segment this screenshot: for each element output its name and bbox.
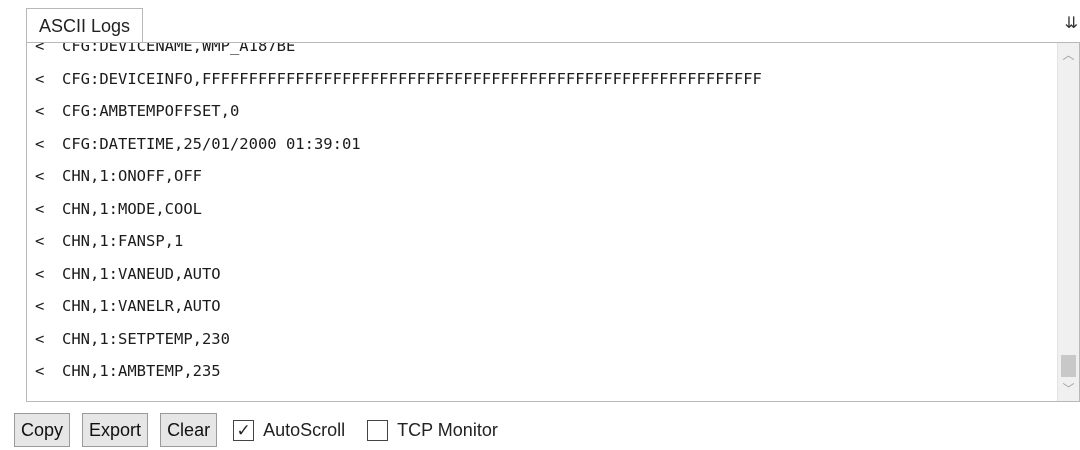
log-text: CHN,1:AMBTEMP,235 [62, 362, 221, 380]
log-line: < CHN,1:AMBTEMP,235 [27, 355, 1057, 388]
log-line: < CFG:DATETIME,25/01/2000 01:39:01 [27, 128, 1057, 161]
log-direction-icon: < [35, 329, 45, 348]
tab-ascii-logs[interactable]: ASCII Logs [26, 8, 144, 42]
autoscroll-label: AutoScroll [263, 419, 346, 440]
scroll-up-icon[interactable]: ︿ [1058, 45, 1079, 65]
log-direction-icon: < [35, 102, 45, 120]
log-text: CFG:AMBTEMPOFFSET,0 [62, 102, 240, 120]
log-line: < CHN,1:MODE,COOL [27, 193, 1057, 226]
log-direction-icon: < [35, 232, 45, 250]
log-direction-icon: < [35, 69, 45, 88]
log-direction-icon: < [35, 199, 45, 218]
scroll-thumb[interactable] [1061, 355, 1076, 377]
log-text: CHN,1:MODE,COOL [62, 199, 202, 218]
log-text: CHN,1:ONOFF,OFF [62, 167, 202, 185]
log-toolbar: Copy Export Clear ✓ AutoScroll TCP Monit… [14, 413, 516, 447]
log-panel: < CFG:DEVICENAME,WMP_A187BE < CFG:DEVICEINF… [26, 42, 1080, 402]
scroll-down-icon[interactable]: ﹀ [1058, 379, 1079, 399]
tcp-monitor-checkbox[interactable] [367, 419, 389, 441]
log-text: CHN,1:VANELR,AUTO [62, 297, 221, 315]
log-text: CHN,1:VANEUD,AUTO [62, 264, 221, 283]
autoscroll-option[interactable]: ✓ AutoScroll [233, 419, 346, 441]
log-text: CHN,1:SETPTEMP,230 [62, 329, 230, 348]
log-line: < CHN,1:SETPTEMP,230 [27, 323, 1057, 356]
pin-icon[interactable]: ⇊ [1065, 16, 1078, 32]
log-line: < CFG:DEVICEINFO,FFFFFFFFFFFFFFFFFFFFFFFF… [27, 63, 1057, 96]
log-text: CHN,1:FANSP,1 [62, 232, 184, 250]
log-direction-icon: < [35, 42, 45, 55]
log-line: < CHN,1:ONOFF,OFF [27, 160, 1057, 193]
export-button[interactable]: Export [82, 413, 149, 447]
log-direction-icon: < [35, 264, 45, 283]
log-line: < CFG:AMBTEMPOFFSET,0 [27, 95, 1057, 128]
log-direction-icon: < [35, 362, 45, 380]
log-line: < CFG:DEVICENAME,WMP_A187BE [27, 42, 1057, 63]
tcp-monitor-option[interactable]: TCP Monitor [367, 419, 498, 441]
log-direction-icon: < [35, 297, 45, 315]
log-text: CFG:DATETIME,25/01/2000 01:39:01 [62, 134, 361, 153]
log-line: < CHN,1:FANSP,1 [27, 225, 1057, 258]
copy-button[interactable]: Copy [14, 413, 71, 447]
tcp-monitor-label: TCP Monitor [397, 419, 498, 440]
log-text: CFG:DEVICENAME,WMP_A187BE [62, 42, 296, 55]
log-direction-icon: < [35, 167, 45, 185]
autoscroll-checkbox[interactable]: ✓ [233, 419, 255, 441]
log-line: < CHN,1:VANEUD,AUTO [27, 258, 1057, 291]
log-text: CFG:DEVICEINFO,FFFFFFFFFFFFFFFFFFFFFFFFF… [62, 69, 762, 88]
vertical-scrollbar[interactable]: ︿ ﹀ [1057, 43, 1079, 401]
clear-button[interactable]: Clear [160, 413, 218, 447]
log-list: < CFG:DEVICENAME,WMP_A187BE < CFG:DEVICEINF… [27, 42, 1057, 388]
log-line: < CHN,1:VANELR,AUTO [27, 290, 1057, 323]
log-direction-icon: < [35, 134, 45, 153]
